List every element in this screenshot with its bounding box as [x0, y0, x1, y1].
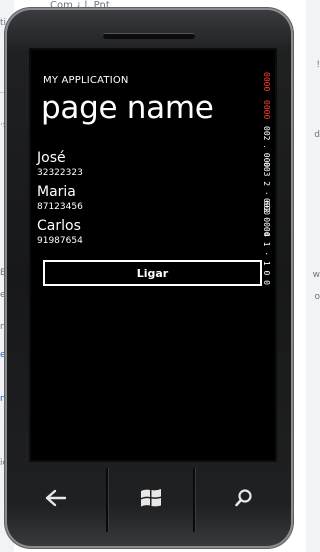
frame-rate-counter-text: 002 0000: [262, 198, 271, 237]
contact-item[interactable]: José 32322323: [37, 150, 237, 184]
start-button[interactable]: [109, 468, 193, 532]
windows-logo-icon: [139, 487, 163, 513]
back-arrow-icon: [45, 489, 67, 511]
contact-name: Carlos: [37, 218, 81, 234]
contact-phone: 32322323: [37, 168, 83, 178]
frame-rate-counters: 0000 0000 002 ․ 000 003 2 · 600 002 0000…: [259, 64, 273, 285]
frame-rate-counter-text: 0000: [262, 100, 271, 120]
contact-list: José 32322323 Maria 87123456 Carlos 9198…: [37, 150, 237, 252]
frame-rate-counter-text: 0000: [262, 72, 271, 92]
background-text-fragment: !: [316, 60, 320, 70]
contact-phone: 87123456: [37, 202, 83, 212]
frame-rate-counter-text: 4 1 · 1 0 0: [262, 232, 271, 285]
hardware-button-bar: [5, 468, 293, 532]
background-text-fragment: o: [314, 292, 320, 302]
earpiece-speaker: [103, 33, 195, 39]
contact-item[interactable]: Maria 87123456: [37, 184, 237, 218]
application-title: MY APPLICATION: [43, 75, 129, 86]
call-button[interactable]: Ligar: [43, 260, 262, 286]
search-icon: [234, 488, 254, 512]
phone-screen: MY APPLICATION page name José 32322323 M…: [31, 50, 275, 460]
contact-item[interactable]: Carlos 91987654: [37, 218, 237, 252]
desktop-background-right: ! d w o: [306, 0, 320, 552]
phone-emulator: MY APPLICATION page name José 32322323 M…: [5, 8, 293, 548]
contact-phone: 91987654: [37, 236, 83, 246]
page-title: page name: [41, 90, 214, 126]
background-text-fragment: w: [312, 270, 320, 280]
contact-name: José: [37, 150, 66, 166]
back-button[interactable]: [5, 468, 107, 532]
contact-name: Maria: [37, 184, 76, 200]
search-button[interactable]: [195, 468, 293, 532]
background-text-fragment: d: [314, 130, 320, 140]
